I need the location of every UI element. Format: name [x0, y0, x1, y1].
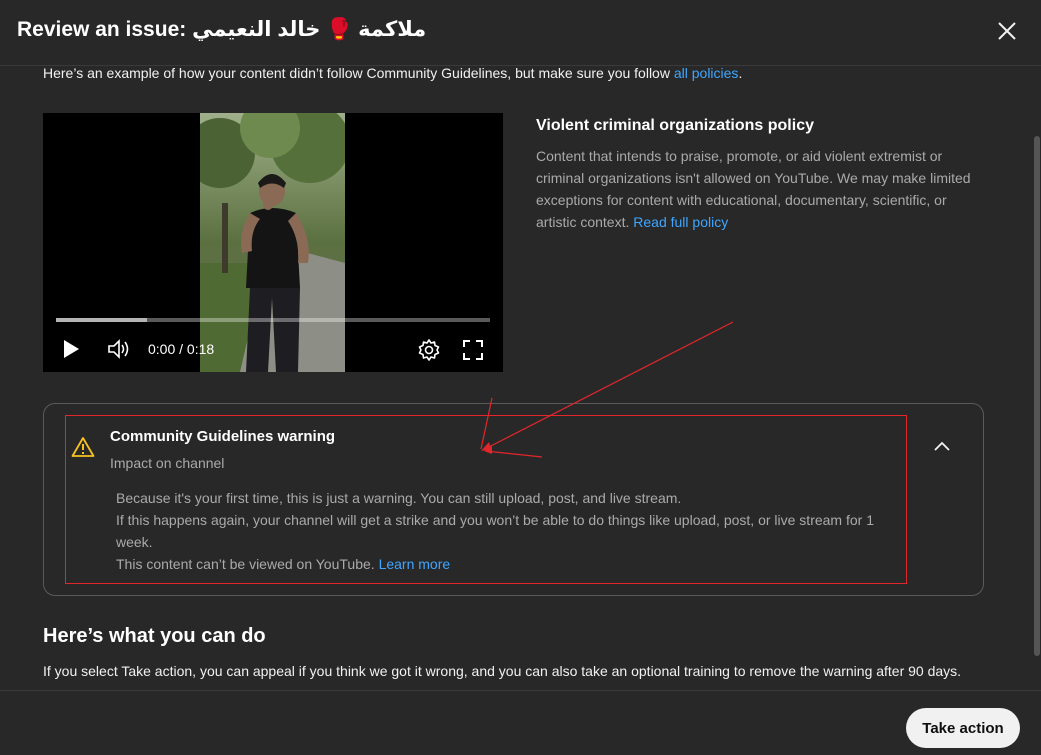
intro-suffix: .	[738, 65, 743, 81]
intro-text: Here’s an example of how your content di…	[43, 65, 742, 81]
policy-title: Violent criminal organizations policy	[536, 117, 814, 134]
warning-body: Because it's your first time, this is ju…	[116, 487, 896, 575]
volume-icon	[108, 339, 129, 359]
warning-line-3-text: This content can’t be viewed on YouTube.	[116, 556, 379, 572]
warning-title: Community Guidelines warning	[110, 428, 336, 445]
learn-more-link[interactable]: Learn more	[379, 556, 451, 572]
warning-subtitle: Impact on channel	[110, 455, 225, 471]
warning-line-3: This content can’t be viewed on YouTube.…	[116, 553, 896, 575]
policy-panel: Violent criminal organizations policy Co…	[536, 117, 986, 233]
close-button[interactable]	[993, 17, 1021, 45]
section-description: If you select Take action, you can appea…	[43, 663, 962, 679]
all-policies-link[interactable]: all policies	[674, 65, 739, 81]
read-full-policy-link[interactable]: Read full policy	[633, 214, 728, 230]
play-button[interactable]	[61, 338, 81, 365]
volume-button[interactable]	[107, 338, 131, 365]
settings-icon	[418, 339, 440, 361]
video-frame	[200, 113, 345, 372]
intro-label: Here’s an example of how your content di…	[43, 65, 674, 81]
fullscreen-button[interactable]	[462, 339, 484, 366]
video-player[interactable]: 0:00 / 0:18	[43, 113, 503, 372]
section-title: Here’s what you can do	[43, 625, 266, 647]
collapse-button[interactable]	[929, 434, 955, 460]
warning-icon	[71, 436, 95, 458]
video-time: 0:00 / 0:18	[148, 341, 215, 357]
play-icon	[64, 340, 79, 358]
fullscreen-icon	[463, 340, 483, 360]
warning-line-1: Because it's your first time, this is ju…	[116, 490, 682, 506]
footer-divider	[0, 690, 1041, 691]
scrollbar[interactable]	[1033, 66, 1041, 691]
policy-text: Content that intends to praise, promote,…	[536, 148, 971, 230]
progress-bar[interactable]	[56, 318, 490, 322]
dialog-header: Review an issue: ملاكمة 🥊 خالد النعيمي	[0, 0, 1041, 66]
dialog-title: Review an issue: ملاكمة 🥊 خالد النعيمي	[17, 18, 427, 41]
close-icon	[998, 22, 1016, 40]
settings-button[interactable]	[417, 338, 441, 367]
scrollbar-thumb[interactable]	[1034, 136, 1040, 656]
policy-description: Content that intends to praise, promote,…	[536, 145, 986, 233]
take-action-button[interactable]: Take action	[906, 708, 1020, 748]
warning-line-2: If this happens again, your channel will…	[116, 512, 874, 550]
progress-buffered	[56, 318, 148, 322]
chevron-up-icon	[934, 441, 950, 451]
